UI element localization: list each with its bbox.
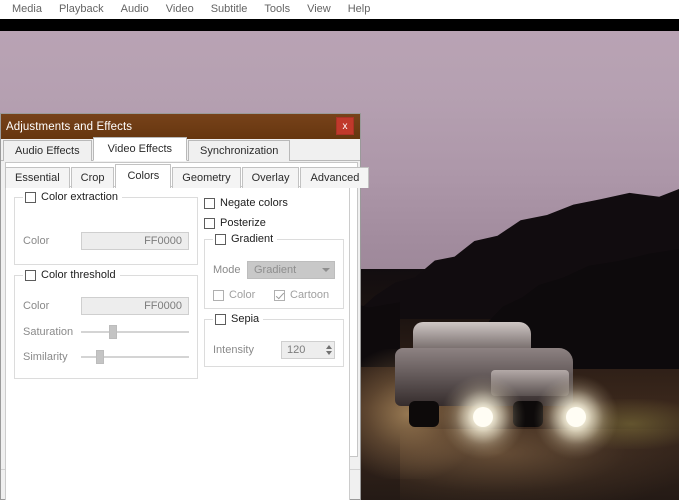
sub-tab-bar: Essential Crop Colors Geometry Overlay A…	[5, 164, 370, 188]
color-threshold-group: Color threshold Color FF0000 Saturation	[14, 275, 198, 379]
menu-item-subtitle[interactable]: Subtitle	[203, 1, 257, 18]
negate-colors-label: Negate colors	[220, 197, 288, 209]
subtab-advanced[interactable]: Advanced	[300, 167, 369, 188]
gradient-checkbox[interactable]	[215, 234, 226, 245]
close-icon[interactable]: x	[336, 117, 354, 135]
menu-item-tools[interactable]: Tools	[256, 1, 299, 18]
saturation-row: Saturation	[23, 324, 189, 340]
menu-item-playback[interactable]: Playback	[51, 1, 113, 18]
menu-item-audio[interactable]: Audio	[113, 1, 158, 18]
similarity-row: Similarity	[23, 349, 189, 365]
gradient-cartoon-option[interactable]: Cartoon	[274, 289, 335, 301]
similarity-label: Similarity	[23, 351, 81, 363]
color-threshold-color-label: Color	[23, 300, 81, 312]
sepia-checkbox[interactable]	[215, 314, 226, 325]
color-extraction-color-row: Color FF0000	[23, 232, 189, 250]
subtab-colors[interactable]: Colors	[115, 164, 171, 188]
gradient-mode-select[interactable]: Gradient	[247, 261, 335, 279]
sepia-label: Sepia	[231, 313, 259, 325]
headlight-core-left	[473, 407, 493, 427]
similarity-slider-handle[interactable]	[96, 350, 104, 364]
subtab-geometry[interactable]: Geometry	[172, 167, 240, 188]
color-extraction-checkbox[interactable]	[25, 192, 36, 203]
gradient-mode-row: Mode Gradient	[213, 261, 335, 279]
spinner-arrows[interactable]	[326, 345, 332, 355]
tab-synchronization[interactable]: Synchronization	[188, 140, 290, 161]
subtab-overlay[interactable]: Overlay	[242, 167, 300, 188]
gradient-mode-label: Mode	[213, 264, 247, 276]
tab-audio-effects[interactable]: Audio Effects	[3, 140, 92, 161]
gradient-group: Gradient Mode Gradient Color	[204, 239, 344, 309]
gradient-options-row: Color Cartoon	[213, 289, 335, 301]
dialog-titlebar[interactable]: Adjustments and Effects x	[1, 114, 360, 139]
menu-item-video[interactable]: Video	[158, 1, 203, 18]
gradient-color-checkbox[interactable]	[213, 290, 224, 301]
subtab-essential[interactable]: Essential	[5, 167, 70, 188]
posterize-row[interactable]: Posterize	[204, 217, 344, 229]
subtab-crop[interactable]: Crop	[71, 167, 115, 188]
color-extraction-color-input[interactable]: FF0000	[81, 232, 189, 250]
posterize-label: Posterize	[220, 217, 266, 229]
spinner-up-icon[interactable]	[326, 345, 332, 349]
menu-item-view[interactable]: View	[299, 1, 340, 18]
color-threshold-title-row: Color threshold	[23, 269, 120, 281]
gradient-cartoon-checkbox[interactable]	[274, 290, 285, 301]
gradient-title-row: Gradient	[213, 233, 277, 245]
headlight-core-right	[566, 407, 586, 427]
color-threshold-color-input[interactable]: FF0000	[81, 297, 189, 315]
adjustments-and-effects-dialog: Adjustments and Effects x Audio Effects …	[0, 113, 361, 500]
main-tab-bar: Audio Effects Video Effects Synchronizat…	[1, 139, 360, 161]
sepia-title-row: Sepia	[213, 313, 263, 325]
similarity-slider[interactable]	[81, 349, 189, 365]
suv-wheel-left	[409, 401, 439, 427]
sepia-intensity-value: 120	[287, 344, 305, 356]
color-threshold-checkbox[interactable]	[25, 270, 36, 281]
posterize-checkbox[interactable]	[204, 218, 215, 229]
saturation-slider-handle[interactable]	[109, 325, 117, 339]
colors-right-column: Negate colors Posterize Gradient Mode Gr…	[204, 197, 344, 377]
color-threshold-color-row: Color FF0000	[23, 297, 189, 315]
negate-colors-row[interactable]: Negate colors	[204, 197, 344, 209]
saturation-slider-track	[81, 331, 189, 333]
color-extraction-label: Color extraction	[41, 191, 118, 203]
color-threshold-label: Color threshold	[41, 269, 116, 281]
color-extraction-title-row: Color extraction	[23, 191, 122, 203]
sepia-intensity-row: Intensity 120	[213, 341, 335, 359]
color-extraction-group: Color extraction Color FF0000	[14, 197, 198, 265]
colors-tab-panel: Color extraction Color FF0000 Color thre…	[5, 186, 350, 500]
color-extraction-color-label: Color	[23, 235, 81, 247]
dialog-title: Adjustments and Effects	[1, 121, 132, 133]
letterbox-bar-top	[0, 19, 679, 31]
saturation-slider[interactable]	[81, 324, 189, 340]
vlc-window: Media Playback Audio Video Subtitle Tool…	[0, 0, 679, 500]
tab-video-effects[interactable]: Video Effects	[93, 137, 187, 161]
gradient-label: Gradient	[231, 233, 273, 245]
gradient-cartoon-label: Cartoon	[290, 289, 329, 301]
menu-item-help[interactable]: Help	[340, 1, 380, 18]
spinner-down-icon[interactable]	[326, 351, 332, 355]
negate-colors-checkbox[interactable]	[204, 198, 215, 209]
colors-left-column: Color extraction Color FF0000 Color thre…	[14, 197, 198, 389]
chevron-down-icon	[322, 268, 330, 272]
menu-item-media[interactable]: Media	[4, 1, 51, 18]
gradient-color-option[interactable]: Color	[213, 289, 274, 301]
menu-bar: Media Playback Audio Video Subtitle Tool…	[0, 0, 679, 19]
sepia-group: Sepia Intensity 120	[204, 319, 344, 367]
saturation-label: Saturation	[23, 326, 81, 338]
gradient-mode-value: Gradient	[254, 264, 296, 276]
sepia-intensity-label: Intensity	[213, 344, 281, 356]
sepia-intensity-stepper[interactable]: 120	[281, 341, 335, 359]
gradient-color-label: Color	[229, 289, 255, 301]
